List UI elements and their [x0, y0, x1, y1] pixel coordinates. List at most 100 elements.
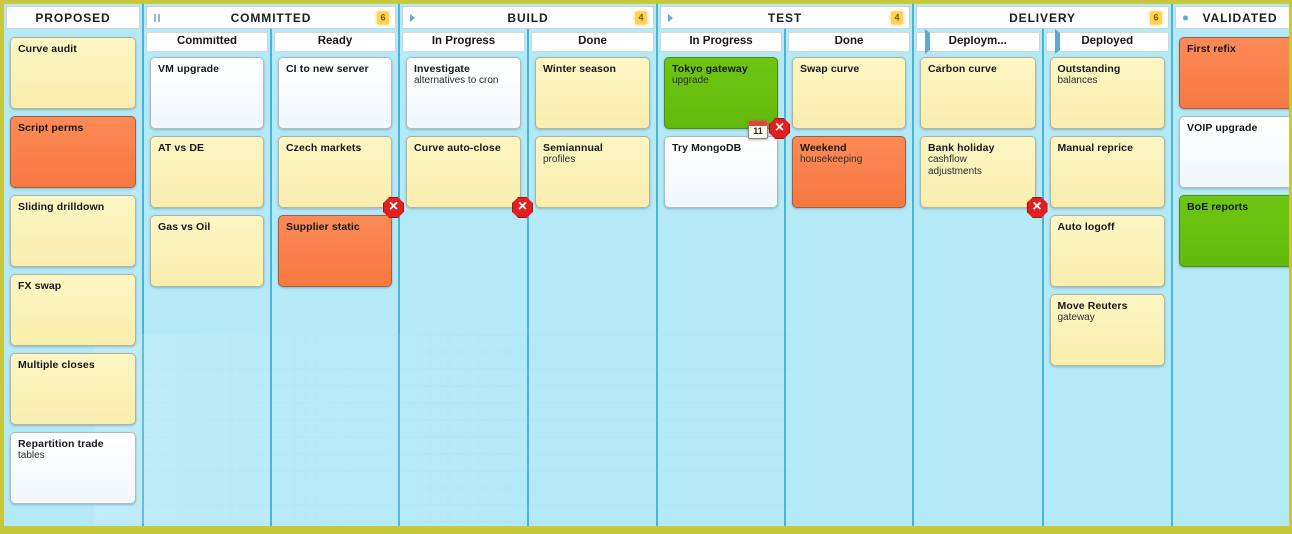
- card-title: Swap curve: [800, 63, 860, 75]
- card-badges: 11: [748, 118, 790, 139]
- card[interactable]: VM upgrade: [150, 57, 264, 129]
- lane-row-delivery: Deploym... Carbon curve Bank holiday cashfl…: [914, 29, 1171, 526]
- lane-delivery-deployed: Deployed Outstanding balances Manual repric…: [1044, 29, 1172, 526]
- stage-header-committed[interactable]: COMMITTED 6: [146, 6, 396, 29]
- card[interactable]: Investigate alternatives to cron: [406, 57, 521, 129]
- card[interactable]: Repartition trade tables: [10, 432, 136, 504]
- card-subtitle: upgrade: [672, 75, 709, 86]
- card-subtitle: alternatives to cron: [414, 75, 499, 86]
- stage-header-test[interactable]: TEST 4: [660, 6, 910, 29]
- card-stack-committed-committed: VM upgrade AT vs DE Gas vs Oil: [144, 52, 270, 526]
- lane-title: Deploym...: [948, 36, 1007, 48]
- card-subtitle: gateway: [1057, 312, 1095, 323]
- stage-column-proposed: PROPOSED Curve audit Script perms Sliding d…: [4, 4, 144, 526]
- lane-title: In Progress: [689, 36, 753, 48]
- card[interactable]: Bank holiday cashflow adjustments: [920, 136, 1048, 218]
- blocked-x-icon[interactable]: [383, 197, 404, 218]
- card-title: VOIP upgrade: [1187, 122, 1258, 134]
- lane-proposed-main: Curve audit Script perms Sliding drilldown…: [4, 29, 142, 526]
- calendar-icon[interactable]: 11: [748, 120, 768, 139]
- blocked-x-icon[interactable]: [769, 118, 790, 139]
- card-title: Curve auto-close: [414, 142, 501, 154]
- lane-header-delivery-deployed[interactable]: Deployed: [1045, 29, 1169, 54]
- card[interactable]: Sliding drilldown: [10, 195, 136, 267]
- lane-title: Committed: [176, 36, 238, 48]
- lane-title: Ready: [317, 36, 353, 48]
- card-title: Auto logoff: [1057, 221, 1115, 233]
- card-title: Move Reuters: [1057, 300, 1128, 312]
- lane-header-delivery-deployment[interactable]: Deploym...: [916, 29, 1040, 54]
- card-title: Investigate: [414, 63, 470, 75]
- card[interactable]: Weekend housekeeping: [792, 136, 906, 208]
- card-title: Winter season: [543, 63, 616, 75]
- card[interactable]: Manual reprice: [1049, 136, 1165, 208]
- lane-header-test-done[interactable]: Done: [788, 32, 910, 52]
- card-title: Carbon curve: [928, 63, 997, 75]
- stage-header-validated[interactable]: VALIDATED: [1175, 6, 1289, 29]
- card[interactable]: Winter season: [535, 57, 650, 129]
- kanban-board: PROPOSED Curve audit Script perms Sliding d…: [4, 4, 1289, 526]
- lane-title: Done: [578, 36, 607, 48]
- lane-header-committed-committed[interactable]: Committed: [146, 32, 268, 52]
- lane-build-in-progress: In Progress Investigate alternatives to cr…: [400, 29, 533, 526]
- card-title: Sliding drilldown: [18, 201, 105, 213]
- lane-committed-ready: Ready CI to new server Czech markets Suppli…: [272, 29, 404, 526]
- card[interactable]: Gas vs Oil: [150, 215, 264, 287]
- play-icon-glyph: [925, 29, 930, 54]
- lane-header-test-in-progress[interactable]: In Progress: [660, 32, 782, 52]
- play-icon-glyph: [668, 13, 673, 22]
- card[interactable]: BoE reports31: [1179, 195, 1289, 267]
- stage-header-delivery[interactable]: DELIVERY 6: [916, 6, 1169, 29]
- stage-header-build[interactable]: BUILD 4: [402, 6, 654, 29]
- card[interactable]: Auto logoff: [1049, 215, 1165, 287]
- card[interactable]: Outstanding balances: [1049, 57, 1165, 129]
- card-stack-build-done: Winter season Semiannual profiles: [529, 52, 656, 526]
- card-title: Semiannual: [543, 142, 603, 154]
- card-title: BoE reports: [1187, 201, 1249, 213]
- card[interactable]: First refix: [1179, 37, 1289, 109]
- card-badges: [1026, 197, 1048, 218]
- card[interactable]: Swap curve: [792, 57, 906, 129]
- card-title: Bank holiday: [928, 142, 995, 154]
- card[interactable]: Multiple closes: [10, 353, 136, 425]
- card[interactable]: VOIP upgrade: [1179, 116, 1289, 188]
- card[interactable]: Carbon curve: [920, 57, 1036, 129]
- card[interactable]: Supplier static: [278, 215, 392, 287]
- lane-build-done: Done Winter season Semiannual profiles: [529, 29, 656, 526]
- blocked-x-icon[interactable]: [1026, 197, 1048, 218]
- card-title: Tokyo gateway: [672, 63, 748, 75]
- lane-row-proposed: Curve audit Script perms Sliding drilldown…: [4, 29, 142, 526]
- card-title: Gas vs Oil: [158, 221, 211, 233]
- lane-header-build-in-progress[interactable]: In Progress: [402, 32, 525, 52]
- card[interactable]: Tokyo gateway upgrade 11: [664, 57, 790, 139]
- blocked-x-icon[interactable]: [512, 197, 533, 218]
- wip-limit-badge: 4: [635, 11, 647, 24]
- lane-header-committed-ready[interactable]: Ready: [274, 32, 396, 52]
- card[interactable]: FX swap: [10, 274, 136, 346]
- lane-title: Done: [834, 36, 864, 48]
- stage-title: DELIVERY: [1009, 10, 1076, 25]
- card[interactable]: Semiannual profiles: [535, 136, 650, 208]
- card[interactable]: Curve audit: [10, 37, 136, 109]
- card[interactable]: AT vs DE: [150, 136, 264, 208]
- card-stack-delivery-deployed: Outstanding balances Manual reprice Auto lo…: [1044, 52, 1172, 526]
- wip-limit-badge: 6: [377, 11, 389, 24]
- card[interactable]: CI to new server: [278, 57, 392, 129]
- stage-header-proposed[interactable]: PROPOSED: [6, 6, 140, 29]
- card-subtitle: housekeeping: [800, 154, 863, 165]
- card-badges: [512, 197, 533, 218]
- card-subtitle: profiles: [543, 154, 576, 165]
- card[interactable]: Curve auto-close: [406, 136, 533, 218]
- card[interactable]: Move Reuters gateway: [1049, 294, 1165, 366]
- card-title: Multiple closes: [18, 359, 95, 371]
- card-title: Manual reprice: [1057, 142, 1134, 154]
- dot-icon-glyph: [1183, 15, 1188, 20]
- card[interactable]: Czech markets: [278, 136, 404, 218]
- play-icon: [1054, 29, 1060, 54]
- card-subtitle: cashflow: [928, 154, 967, 165]
- card-stack-test-in-progress: Tokyo gatewayupgrade 11 Try MongoDB: [658, 52, 790, 526]
- card[interactable]: Try MongoDB: [664, 136, 778, 208]
- stage-column-build: BUILD 4 In Progress Investigate alternatives…: [400, 4, 658, 526]
- lane-header-build-done[interactable]: Done: [531, 32, 654, 52]
- card[interactable]: Script perms: [10, 116, 136, 188]
